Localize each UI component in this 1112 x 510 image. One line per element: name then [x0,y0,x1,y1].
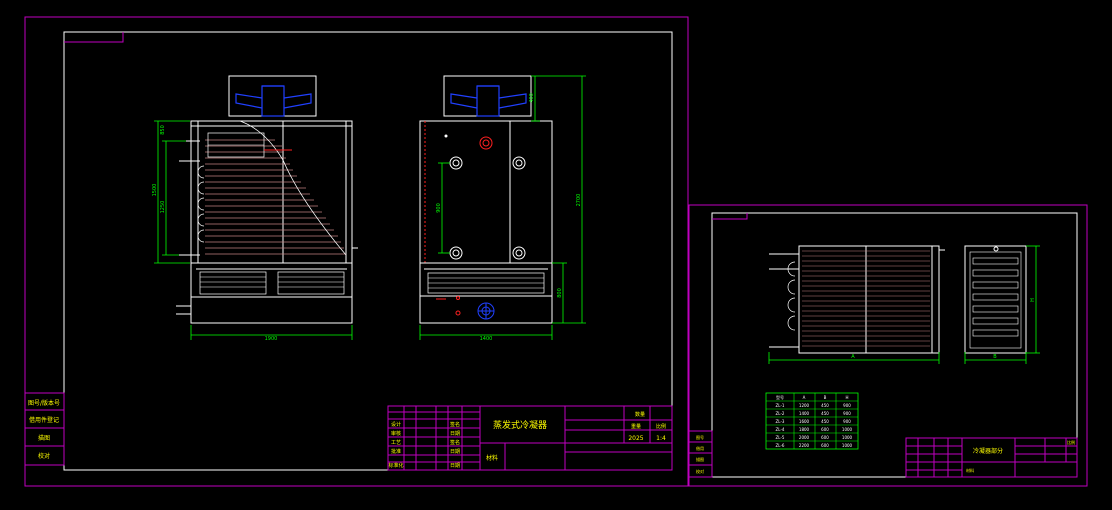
table-cell: 900 [843,411,851,416]
side-table-cell: 描图 [696,456,704,462]
side-table-cell: 校对 [38,452,50,460]
table-cell: ZL-2 [776,411,785,416]
side-table-cell: 借用 [696,445,704,451]
dimension-text: 1900 [265,336,278,342]
table-cell: 600 [821,435,829,440]
dimension-text: A [851,354,855,360]
title-block-row: 审核 [391,430,401,437]
title-block-row: 工艺 [391,440,401,446]
dimension-text: 900 [436,203,442,213]
table-cell: 900 [843,403,851,408]
table-cell: 450 [821,411,829,416]
table-cell: 2200 [799,443,810,448]
table-cell: 1000 [842,443,853,448]
table-header: A [803,395,806,400]
dimension-text: 850 [160,125,166,135]
title-block-row: 日期 [450,431,460,437]
quantity-label: 数量 [635,411,645,418]
table-cell: ZL-4 [776,427,785,432]
table-cell: 1400 [799,411,810,416]
table-cell: 1000 [842,435,853,440]
material-label: 材料 [966,467,974,473]
title-block-row: 签名 [450,439,460,446]
title-block-row: 标准化 [388,462,403,469]
title-block-row: 日期 [450,449,460,455]
title-block-row: 签名 [450,421,460,428]
dimension-text: 400 [529,93,535,103]
dimension-text: 1500 [152,184,158,197]
dimension-text: 2700 [576,194,582,207]
table-cell: 1800 [799,427,810,432]
scale-label: 比例 [656,423,666,430]
dimension-text: 800 [557,288,563,298]
side-table-cell: 图号 [696,434,704,440]
table-header: H [845,395,848,400]
side-table-cell: 校对 [696,468,704,474]
scale-label: 比例 [1067,439,1075,445]
table-cell: 600 [821,427,829,432]
drawing-title: 冷凝器部分 [973,447,1003,455]
table-cell: 1200 [799,403,810,408]
table-cell: 1600 [799,419,810,424]
table-cell: 450 [821,419,829,424]
scale-value: 1:4 [656,435,666,442]
table-header: B [824,395,827,400]
table-cell: 600 [821,443,829,448]
table-cell: ZL-5 [776,435,785,440]
cad-drawing-canvas: 图号/版本号 借用件登记 描图 校对 1900 1500 1250 850 14… [0,0,1112,510]
table-cell: 1000 [842,427,853,432]
title-block-row: 日期 [450,463,460,469]
side-table-cell: 描图 [38,434,50,442]
table-cell: ZL-6 [776,443,785,448]
table-header: 型号 [776,394,784,400]
table-cell: ZL-3 [776,419,785,424]
dimension-text: H [1030,298,1036,302]
side-table-cell: 借用件登记 [29,416,59,424]
side-table-cell: 图号/版本号 [28,399,60,407]
table-cell: 450 [821,403,829,408]
drawing-title: 蒸发式冷凝器 [493,419,547,431]
dimension-text: 1400 [480,336,493,342]
table-cell: ZL-1 [776,403,785,408]
table-cell: 2000 [799,435,810,440]
dimension-text: 1250 [160,201,166,214]
material-label: 材料 [486,454,498,462]
weight-value: 2025 [628,435,643,442]
title-block-row: 批准 [391,448,401,455]
title-block-row: 设计 [391,421,401,428]
weight-label: 重量 [631,423,641,430]
dimension-text: B [993,354,997,360]
table-cell: 900 [843,419,851,424]
